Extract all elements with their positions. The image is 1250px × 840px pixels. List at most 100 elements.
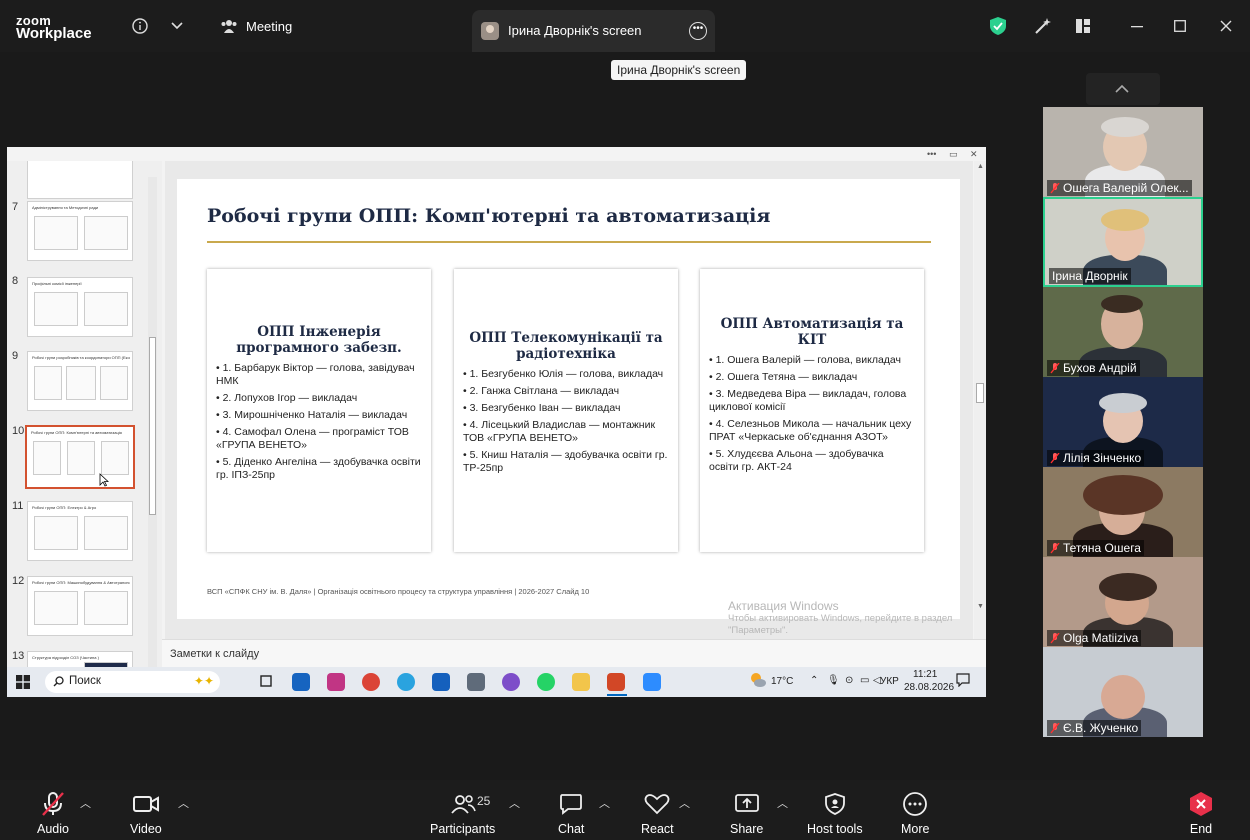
scroll-up-icon[interactable]: ▲ bbox=[977, 163, 984, 170]
weather-icon[interactable] bbox=[748, 670, 768, 693]
ppt-restore-icon[interactable]: ▭ bbox=[949, 149, 958, 160]
outlook-icon[interactable] bbox=[292, 673, 310, 691]
taskbar-date[interactable]: 28.08.2026 bbox=[904, 682, 954, 693]
slide-thumbnail-11[interactable]: Робочі групи ОПП: Електро & Агро bbox=[27, 501, 133, 561]
active-app-indicator bbox=[607, 694, 627, 696]
chat-bubble-icon bbox=[560, 794, 583, 815]
chrome-icon[interactable] bbox=[362, 673, 380, 691]
top-bar: zoom Workplace Meeting Ірина Дворнік's s… bbox=[0, 0, 1250, 52]
slide-number: 8 bbox=[12, 275, 19, 287]
participant-tile[interactable]: Бухов Андрій bbox=[1043, 287, 1203, 377]
slide-thumbnail-9[interactable]: Робочі групи розробників та координатори… bbox=[27, 351, 133, 411]
mouse-cursor-icon bbox=[99, 473, 109, 487]
minimize-icon[interactable] bbox=[1127, 16, 1147, 36]
task-view-icon[interactable] bbox=[258, 673, 276, 691]
more-options-icon[interactable]: ••• bbox=[689, 22, 707, 40]
scroll-down-icon[interactable]: ▼ bbox=[977, 603, 984, 610]
host-tools-button[interactable]: Host tools bbox=[807, 790, 863, 836]
screen-share-tab[interactable]: Ірина Дворнік's screen ••• bbox=[472, 10, 715, 52]
chat-options-caret[interactable]: ︿ bbox=[599, 795, 610, 811]
audio-options-caret[interactable]: ︿ bbox=[80, 795, 91, 811]
layout-icon[interactable] bbox=[1073, 16, 1093, 36]
chevron-down-icon[interactable] bbox=[167, 16, 187, 36]
notifications-icon[interactable] bbox=[956, 673, 970, 690]
muted-mic-icon bbox=[1050, 452, 1060, 464]
card-item: • 2. Ошега Тетяна — викладач bbox=[709, 371, 858, 383]
slide-thumbnail[interactable] bbox=[27, 161, 133, 199]
participant-tile-active-speaker[interactable]: Ірина Дворнік bbox=[1043, 197, 1203, 287]
slide-number: 11 bbox=[12, 500, 24, 512]
participant-tile[interactable]: Лілія Зінченко bbox=[1043, 377, 1203, 467]
security-app-icon[interactable] bbox=[432, 673, 450, 691]
participant-name: Olga Matiiziva bbox=[1047, 630, 1142, 646]
thumbnail-title: Робочі групи ОПП: Комп'ютерні та автомат… bbox=[31, 430, 122, 435]
shield-icon bbox=[824, 793, 845, 815]
file-explorer-icon[interactable] bbox=[572, 673, 590, 691]
audio-button[interactable]: Audio bbox=[37, 790, 69, 836]
meeting-tab[interactable]: Meeting bbox=[220, 18, 292, 34]
ppt-close-icon[interactable]: ✕ bbox=[970, 149, 978, 160]
powerpoint-icon[interactable] bbox=[607, 673, 625, 691]
windows-start-icon[interactable] bbox=[16, 675, 30, 689]
whatsapp-icon[interactable] bbox=[537, 673, 555, 691]
participant-tile[interactable]: Olga Matiiziva bbox=[1043, 557, 1203, 647]
telegram-icon[interactable] bbox=[397, 673, 415, 691]
collapse-videos-button[interactable] bbox=[1086, 73, 1160, 105]
more-button[interactable]: More bbox=[901, 790, 929, 836]
viber-icon[interactable] bbox=[502, 673, 520, 691]
taskbar-time[interactable]: 11:21 bbox=[913, 669, 937, 680]
participant-name-label: Тетяна Ошега bbox=[1063, 541, 1141, 555]
participant-tile[interactable]: Є.В. Жученко bbox=[1043, 647, 1203, 737]
slide-number: 9 bbox=[12, 350, 19, 362]
thumbnail-title: Робочі групи розробників та координатори… bbox=[32, 355, 130, 360]
shield-check-icon[interactable] bbox=[988, 16, 1008, 36]
magic-wand-icon[interactable] bbox=[1033, 16, 1053, 36]
info-icon[interactable] bbox=[130, 16, 150, 36]
instagram-icon[interactable] bbox=[327, 673, 345, 691]
store-icon[interactable] bbox=[467, 673, 485, 691]
slide-thumbnail-12[interactable]: Робочі групи ОПП: Машинобудування & Авто… bbox=[27, 576, 133, 636]
tray-chevron-icon[interactable]: ⌃ bbox=[810, 675, 818, 686]
share-button[interactable]: Share bbox=[730, 790, 763, 836]
location-tray-icon[interactable]: ⊙ bbox=[845, 675, 853, 686]
video-button[interactable]: Video bbox=[130, 790, 162, 836]
people-icon bbox=[221, 20, 237, 33]
participants-options-caret[interactable]: ︿ bbox=[509, 795, 520, 811]
taskbar-search[interactable]: Поиск ✦✦ bbox=[45, 671, 220, 693]
video-options-caret[interactable]: ︿ bbox=[178, 795, 189, 811]
language-indicator[interactable]: УКР bbox=[880, 676, 899, 687]
react-options-caret[interactable]: ︿ bbox=[679, 795, 690, 811]
thumbnails-scrollbar[interactable] bbox=[148, 177, 157, 669]
zoom-app-icon[interactable] bbox=[643, 673, 661, 691]
participants-icon bbox=[450, 795, 476, 814]
slide-thumbnail-10[interactable]: Робочі групи ОПП: Комп'ютерні та автомат… bbox=[25, 425, 135, 489]
participant-name: Є.В. Жученко bbox=[1047, 720, 1142, 736]
slide-scrollbar[interactable]: ▲ ▼ bbox=[974, 161, 986, 639]
participants-label: Participants bbox=[430, 822, 496, 836]
chat-button[interactable]: Chat bbox=[558, 790, 584, 836]
maximize-icon[interactable] bbox=[1170, 16, 1190, 36]
ppt-more-icon[interactable]: ••• bbox=[927, 149, 936, 159]
close-icon[interactable] bbox=[1216, 16, 1236, 36]
card-item: • 4. Селезньов Микола — начальник цеху П… bbox=[709, 418, 912, 443]
windows-taskbar: Поиск ✦✦ 17°C ⌃ 🎙 ⊙ ▭ ◁ УКР 11:21 28.08.… bbox=[7, 667, 986, 697]
participant-tile[interactable]: Тетяна Ошега bbox=[1043, 467, 1203, 557]
share-options-caret[interactable]: ︿ bbox=[777, 795, 788, 811]
scroll-thumb[interactable] bbox=[976, 383, 984, 403]
end-meeting-button[interactable]: End bbox=[1188, 790, 1214, 836]
slide-thumbnail-8[interactable]: Профільні комісії інженерії bbox=[27, 277, 133, 337]
participant-name: Лілія Зінченко bbox=[1047, 450, 1145, 466]
watermark-text: Чтобы активировать Windows, перейдите в … bbox=[728, 613, 953, 636]
microphone-tray-icon[interactable]: 🎙 bbox=[827, 675, 840, 686]
thumbnail-title: Робочі групи ОПП: Електро & Агро bbox=[32, 505, 97, 510]
slide-notes[interactable]: Заметки к слайду bbox=[162, 639, 986, 667]
end-label: End bbox=[1189, 822, 1213, 836]
participant-tile[interactable]: Ошега Валерій Олек... bbox=[1043, 107, 1203, 197]
network-tray-icon[interactable]: ▭ bbox=[860, 675, 869, 686]
avatar bbox=[481, 22, 499, 40]
slide-number: 7 bbox=[12, 201, 19, 213]
slide-thumbnail-7[interactable]: Адміністрування та Методичні ради bbox=[27, 201, 133, 261]
current-slide[interactable]: Робочі групи ОПП: Комп'ютерні та автомат… bbox=[177, 179, 960, 619]
react-button[interactable]: React bbox=[641, 790, 674, 836]
slide-number: 10 bbox=[12, 425, 25, 437]
